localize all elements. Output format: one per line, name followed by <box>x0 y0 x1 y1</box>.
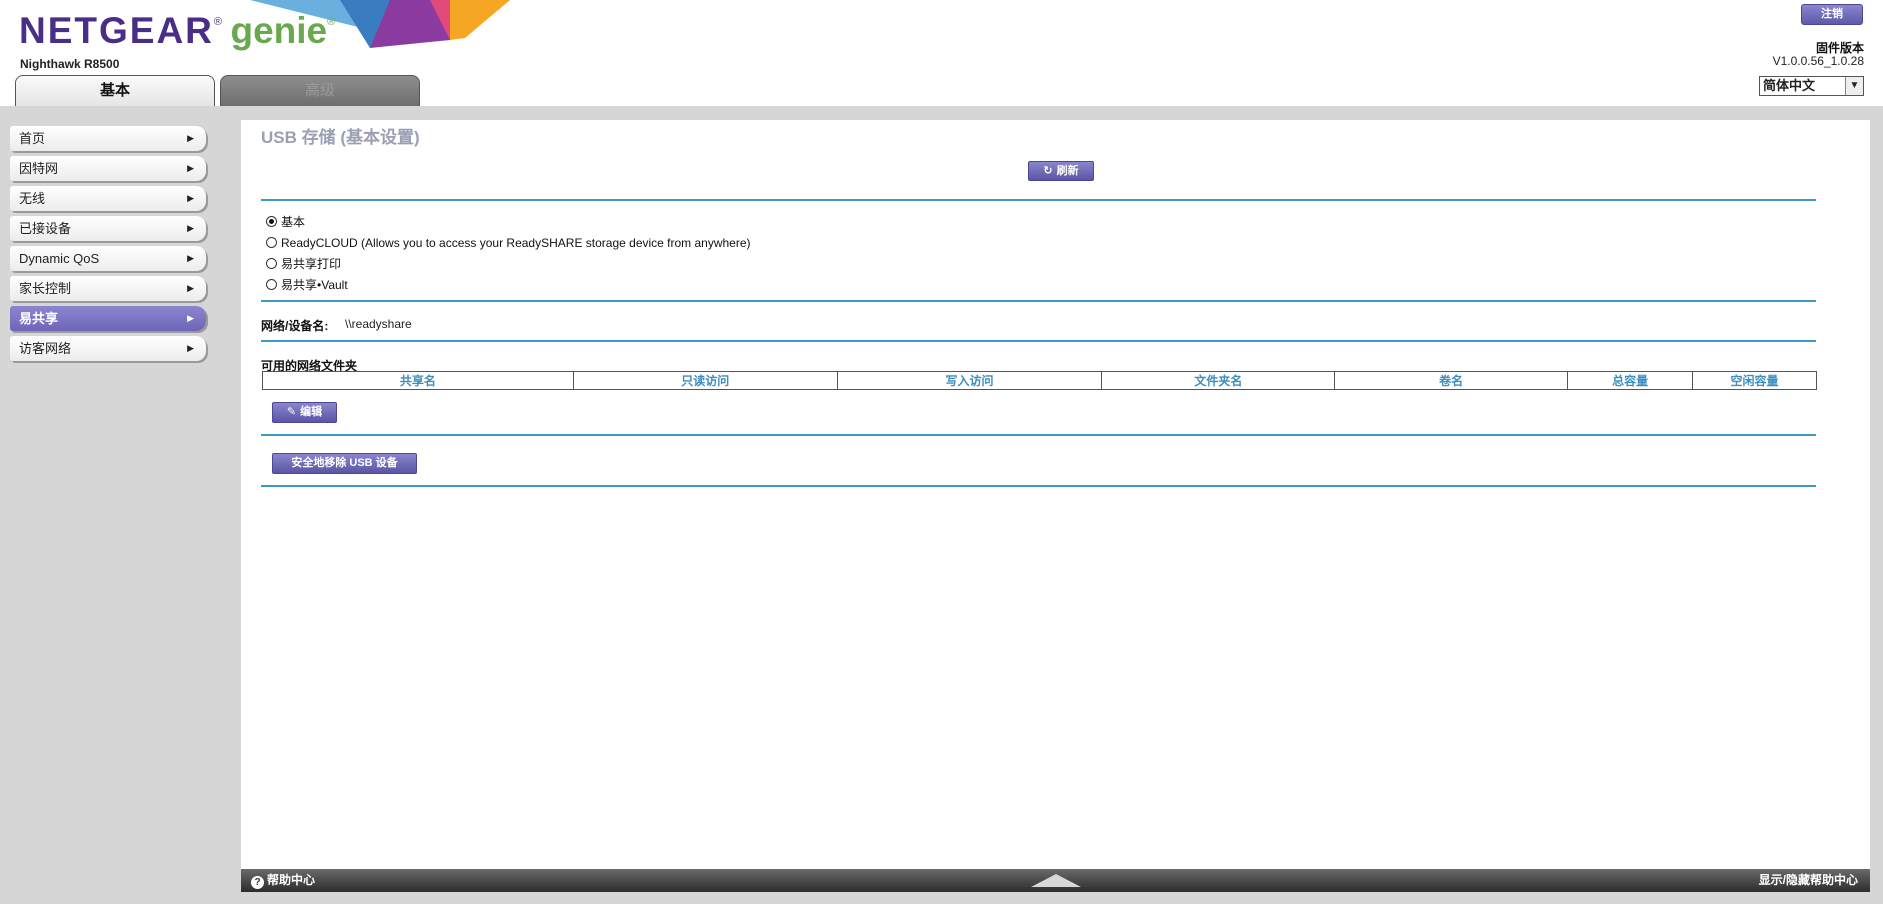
radio-button[interactable] <box>266 216 277 227</box>
divider <box>261 300 1816 302</box>
main-content-panel: USB 存储 (基本设置) ↻ 刷新 基本 ReadyCLOUD (Allows … <box>241 120 1870 869</box>
pencil-icon: ✎ <box>286 406 297 418</box>
column-header-folder-name: 文件夹名 <box>1101 371 1336 390</box>
sidebar-item-dynamic-qos[interactable]: Dynamic QoS ▶ <box>10 246 206 271</box>
refresh-button-label: 刷新 <box>1056 165 1079 177</box>
radio-button[interactable] <box>266 279 277 290</box>
edit-button-label: 编辑 <box>300 406 323 418</box>
divider <box>261 340 1816 342</box>
sidebar-item-label: 已接设备 <box>19 221 72 236</box>
sidebar-item-label: Dynamic QoS <box>19 251 100 266</box>
tab-advanced[interactable]: 高级 <box>220 75 420 106</box>
router-model: Nighthawk R8500 <box>20 57 120 71</box>
radio-button[interactable] <box>266 237 277 248</box>
column-header-read-access: 只读访问 <box>572 371 838 390</box>
help-center-bar: ? 帮助中心 显示/隐藏帮助中心 <box>241 869 1870 892</box>
mode-option-label: 易共享打印 <box>281 257 342 271</box>
mode-option-readyshare-printer[interactable]: 易共享打印 <box>266 256 341 272</box>
mode-option-label: 基本 <box>281 215 306 229</box>
safely-remove-usb-button[interactable]: 安全地移除 USB 设备 <box>272 453 417 474</box>
arrow-right-icon: ▶ <box>187 343 194 353</box>
sidebar-item-label: 易共享 <box>19 311 59 326</box>
chevron-down-icon[interactable]: ▼ <box>1845 77 1863 95</box>
refresh-button[interactable]: ↻ 刷新 <box>1028 161 1094 181</box>
refresh-icon: ↻ <box>1043 165 1053 177</box>
language-selected-value: 简体中文 <box>1763 78 1816 93</box>
help-center-link[interactable]: ? 帮助中心 <box>251 869 315 892</box>
sidebar-item-wireless[interactable]: 无线 ▶ <box>10 186 206 211</box>
question-icon: ? <box>251 876 264 889</box>
mode-option-label: ReadyCLOUD (Allows you to access your Re… <box>281 236 751 250</box>
arrow-right-icon: ▶ <box>187 283 194 293</box>
sidebar-item-readyshare[interactable]: 易共享 ▶ <box>10 306 206 331</box>
language-select[interactable]: 简体中文 ▼ <box>1759 76 1864 96</box>
firmware-version-value: V1.0.0.56_1.0.28 <box>1772 54 1864 68</box>
column-header-share-name: 共享名 <box>262 371 574 390</box>
sidebar-item-label: 访客网络 <box>19 341 72 356</box>
brand-name: NETGEAR <box>19 10 214 51</box>
mode-option-basic[interactable]: 基本 <box>266 214 305 230</box>
divider <box>261 485 1816 487</box>
arrow-right-icon: ▶ <box>187 253 194 263</box>
arrow-right-icon: ▶ <box>187 313 194 323</box>
page-title: USB 存储 (基本设置) <box>261 128 420 147</box>
header: NETGEAR® genie® Nighthawk R8500 基本 高级 注销… <box>0 0 1883 106</box>
column-header-total-capacity: 总容量 <box>1567 371 1694 390</box>
network-folders-table: 共享名 只读访问 写入访问 文件夹名 卷名 总容量 空闲容量 <box>262 371 1817 390</box>
product-registered-mark: ® <box>327 16 336 28</box>
expand-up-arrow-icon[interactable] <box>1031 874 1081 887</box>
arrow-right-icon: ▶ <box>187 223 194 233</box>
sidebar-nav: 首页 ▶ 因特网 ▶ 无线 ▶ 已接设备 ▶ Dynamic QoS ▶ 家长控… <box>10 126 206 366</box>
network-device-name-label: 网络/设备名: <box>261 319 329 333</box>
help-center-label: 帮助中心 <box>267 873 316 887</box>
arrow-right-icon: ▶ <box>187 193 194 203</box>
mode-option-label: 易共享•Vault <box>281 278 348 292</box>
sidebar-item-internet[interactable]: 因特网 ▶ <box>10 156 206 181</box>
sidebar-item-label: 家长控制 <box>19 281 72 296</box>
arrow-right-icon: ▶ <box>187 163 194 173</box>
show-hide-help-center-link[interactable]: 显示/隐藏帮助中心 <box>1759 869 1858 892</box>
sidebar-item-label: 无线 <box>19 191 46 206</box>
divider <box>261 434 1816 436</box>
sidebar-item-home[interactable]: 首页 ▶ <box>10 126 206 151</box>
column-header-volume-name: 卷名 <box>1334 371 1569 390</box>
sidebar-item-parental-controls[interactable]: 家长控制 ▶ <box>10 276 206 301</box>
product-name: genie <box>230 10 328 51</box>
mode-option-readyshare-vault[interactable]: 易共享•Vault <box>266 277 348 293</box>
brand-registered-mark: ® <box>213 16 223 28</box>
divider <box>261 199 1816 201</box>
logout-button[interactable]: 注销 <box>1801 4 1863 25</box>
column-header-free-capacity: 空闲容量 <box>1692 371 1817 390</box>
sidebar-item-label: 因特网 <box>19 161 59 176</box>
arrow-right-icon: ▶ <box>187 133 194 143</box>
sidebar-item-label: 首页 <box>19 131 46 146</box>
column-header-write-access: 写入访问 <box>836 371 1103 390</box>
sidebar-item-attached-devices[interactable]: 已接设备 ▶ <box>10 216 206 241</box>
mode-option-readycloud[interactable]: ReadyCLOUD (Allows you to access your Re… <box>266 235 751 251</box>
network-device-name-value: \\readyshare <box>345 317 412 331</box>
netgear-genie-logo: NETGEAR® genie® <box>19 10 335 52</box>
sidebar-item-guest-network[interactable]: 访客网络 ▶ <box>10 336 206 361</box>
edit-button[interactable]: ✎ 编辑 <box>272 402 337 423</box>
table-header-row: 共享名 只读访问 写入访问 文件夹名 卷名 总容量 空闲容量 <box>262 371 1817 390</box>
radio-button[interactable] <box>266 258 277 269</box>
tab-basic[interactable]: 基本 <box>15 75 215 106</box>
